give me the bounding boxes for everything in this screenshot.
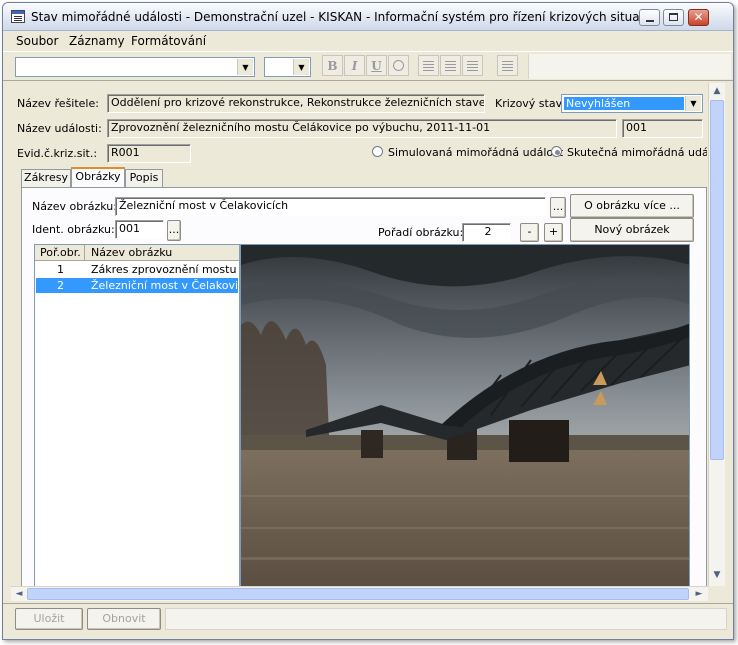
ident-obrazku-label: Ident. obrázku: <box>32 223 115 236</box>
poradi-minus-button[interactable]: - <box>520 223 539 242</box>
form-area: Název řešitele: Oddělení pro krizové rek… <box>11 83 707 588</box>
refresh-button[interactable]: Obnovit <box>87 608 161 630</box>
bold-button[interactable]: B <box>322 55 343 76</box>
list-item[interactable]: 1 Zákres zprovoznění mostu Čelá <box>35 262 239 277</box>
horizontal-scrollbar[interactable]: ◄ ► <box>11 586 708 601</box>
radio-skutecna[interactable] <box>551 146 562 157</box>
chevron-down-icon: ▼ <box>237 59 253 75</box>
status-area <box>165 608 727 630</box>
hscroll-thumb[interactable] <box>27 588 689 600</box>
scroll-thumb[interactable] <box>710 100 724 460</box>
list-item-num: 1 <box>57 263 64 276</box>
menu-bar: Soubor Záznamy Formátování <box>3 31 733 50</box>
udalost-code-field[interactable]: 001 <box>622 119 703 138</box>
poradi-plus-button[interactable]: + <box>544 223 563 242</box>
align-left-button[interactable] <box>418 55 439 76</box>
nazev-obrazku-label: Název obrázku: <box>32 200 117 213</box>
column-header-poradi[interactable]: Poř.obr. <box>35 245 85 260</box>
radio-skutecna-label: Skutečná mimořádná událost <box>567 146 707 159</box>
scroll-left-icon[interactable]: ◄ <box>13 587 25 601</box>
menu-zaznamy[interactable]: Záznamy <box>69 34 125 48</box>
align-center-icon <box>445 61 456 62</box>
color-button[interactable] <box>388 55 409 76</box>
menu-formatovani[interactable]: Formátování <box>131 34 206 48</box>
o-obrazku-button[interactable]: O obrázku více ... <box>570 194 694 218</box>
font-name-combo[interactable]: ▼ <box>15 57 255 77</box>
font-size-combo[interactable]: ▼ <box>264 57 311 77</box>
vertical-scrollbar[interactable]: ▲ ▼ <box>708 83 725 586</box>
obrazky-list[interactable]: Poř.obr. Název obrázku 1 Zákres zprovozn… <box>34 244 240 588</box>
main-window: Stav mimořádné události - Demonstrační u… <box>2 2 734 640</box>
scroll-down-icon[interactable]: ▼ <box>711 570 723 582</box>
app-icon <box>11 10 25 23</box>
column-header-nazev[interactable]: Název obrázku <box>86 245 239 260</box>
obrazky-panel: Název obrázku: Železniční most v Čelakov… <box>21 187 707 588</box>
ident-browse-button[interactable]: ... <box>167 220 181 241</box>
footer-bar: Uložit Obnovit <box>3 603 733 639</box>
krizovy-stav-label: Krizový stav: <box>495 97 566 110</box>
align-center-button[interactable] <box>440 55 461 76</box>
bullet-list-button[interactable] <box>497 55 518 76</box>
bullet-list-icon <box>502 61 513 62</box>
underline-button[interactable]: U <box>366 55 387 76</box>
window-title: Stav mimořádné události - Demonstrační u… <box>31 10 650 24</box>
bridge-photo <box>241 245 689 587</box>
evid-field[interactable]: R001 <box>107 144 191 163</box>
save-button[interactable]: Uložit <box>15 608 83 630</box>
chevron-down-icon: ▼ <box>685 96 701 111</box>
minimize-icon <box>646 20 654 22</box>
nazev-browse-button[interactable]: ... <box>550 197 566 218</box>
udalost-field[interactable]: Zprovoznění železničního mostu Čelákovic… <box>107 119 617 138</box>
align-right-icon <box>467 61 478 62</box>
toolbar-spacer <box>528 54 731 79</box>
krizovy-stav-value: Nevyhlášen <box>564 97 684 110</box>
italic-button[interactable]: I <box>344 55 365 76</box>
minimize-button[interactable] <box>639 9 660 26</box>
chevron-down-icon: ▼ <box>293 59 309 75</box>
evid-label: Evid.č.kriz.sit.: <box>17 147 98 160</box>
tab-popis[interactable]: Popis <box>125 169 163 187</box>
title-bar[interactable]: Stav mimořádné události - Demonstrační u… <box>3 3 733 31</box>
menu-soubor[interactable]: Soubor <box>16 34 58 48</box>
list-item-num: 2 <box>57 279 64 292</box>
close-icon: ✕ <box>693 10 704 24</box>
scroll-right-icon[interactable]: ► <box>693 587 705 601</box>
list-item-name: Železniční most v Čelakovicích <box>91 279 237 292</box>
radio-simulovana[interactable] <box>372 146 383 157</box>
tab-obrazky[interactable]: Obrázky <box>71 167 125 187</box>
list-item-selected[interactable]: 2 Železniční most v Čelakovicích <box>36 278 238 293</box>
align-right-button[interactable] <box>462 55 483 76</box>
palette-icon <box>393 60 404 71</box>
list-item-name: Zákres zprovoznění mostu Čelá <box>91 263 237 276</box>
novy-obrazek-button[interactable]: Nový obrázek <box>570 218 694 242</box>
poradi-label: Pořadí obrázku: <box>378 226 464 239</box>
maximize-icon <box>669 13 678 21</box>
poradi-field[interactable]: 2 <box>462 223 511 242</box>
close-button[interactable]: ✕ <box>688 9 709 26</box>
resitel-field[interactable]: Oddělení pro krizové rekonstrukce, Rekon… <box>107 94 485 113</box>
tab-zakresy[interactable]: Zákresy <box>21 169 71 187</box>
resitel-label: Název řešitele: <box>17 97 99 110</box>
krizovy-stav-combo[interactable]: Nevyhlášen ▼ <box>561 94 703 113</box>
format-toolbar: ▼ ▼ B I U <box>3 51 733 81</box>
image-viewer <box>240 244 690 588</box>
udalost-label: Název události: <box>17 122 102 135</box>
align-left-icon <box>423 61 434 62</box>
radio-simulovana-label: Simulovaná mimořádná událost <box>388 146 564 159</box>
ident-obrazku-field[interactable]: 001 <box>115 220 164 239</box>
list-header: Poř.obr. Název obrázku <box>35 245 239 261</box>
maximize-button[interactable] <box>663 9 684 26</box>
nazev-obrazku-field[interactable]: Železniční most v Čelakovicích <box>115 197 546 216</box>
scroll-up-icon[interactable]: ▲ <box>711 86 723 98</box>
